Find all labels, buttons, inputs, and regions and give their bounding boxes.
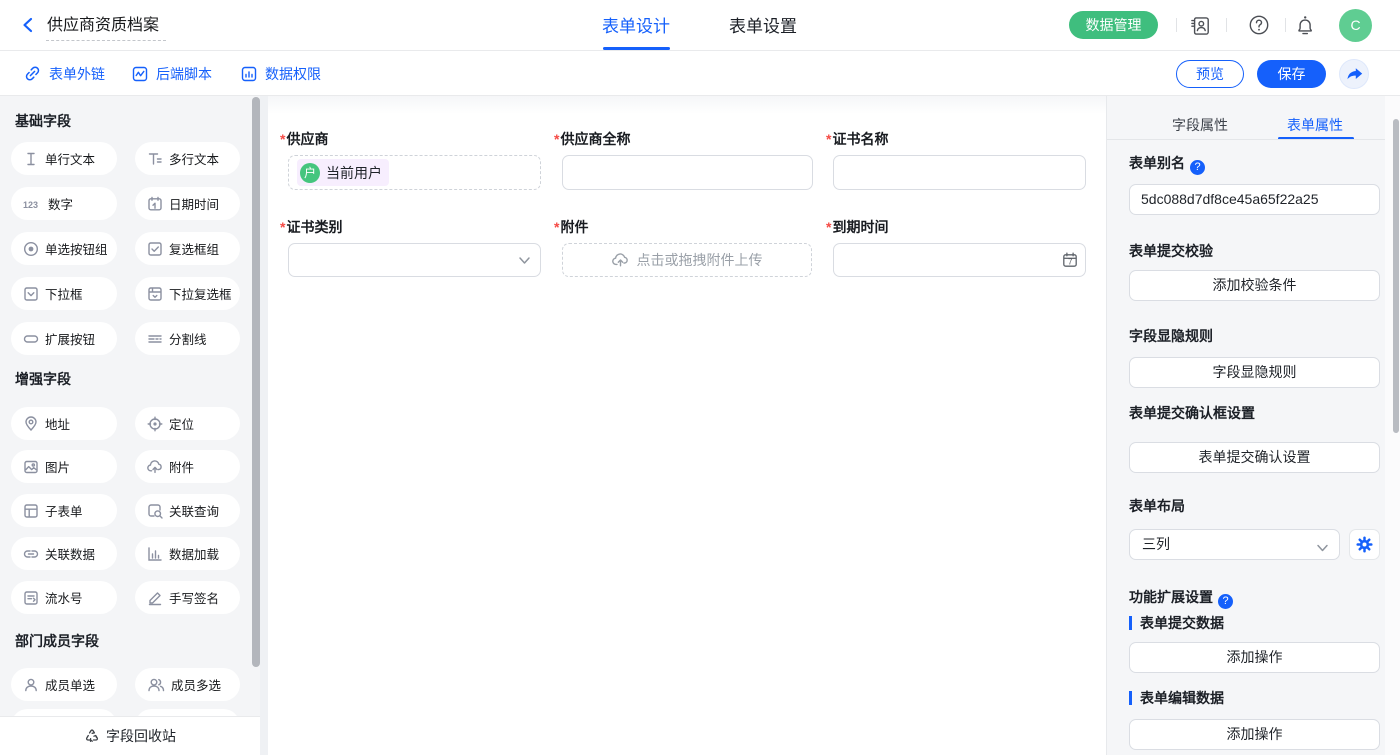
svg-text:123: 123: [23, 200, 38, 210]
svg-text:7: 7: [1068, 258, 1073, 267]
